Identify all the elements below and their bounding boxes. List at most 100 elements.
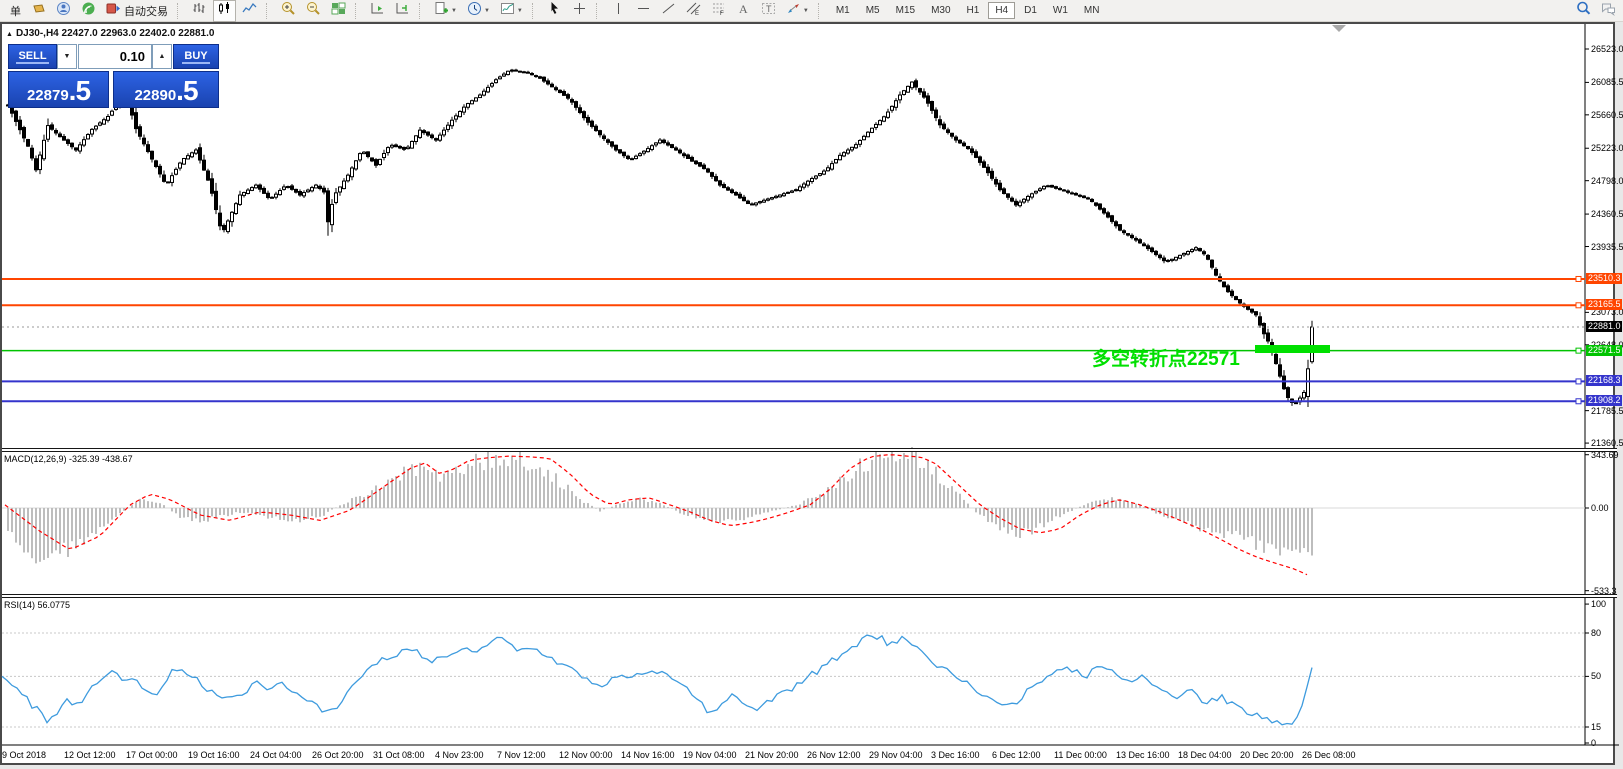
text-label-button[interactable]: T: [757, 0, 780, 22]
chart-shift-marker[interactable]: [1332, 25, 1346, 32]
time-axis-label: 11 Dec 00:00: [1054, 750, 1107, 760]
pane-separator-rsi[interactable]: [2, 594, 1617, 598]
zoom-in-icon: [281, 1, 296, 21]
trendline-button[interactable]: [657, 0, 680, 22]
time-axis-label: 31 Oct 08:00: [373, 750, 425, 760]
resistance-line-1[interactable]: [2, 275, 1585, 282]
fibonacci-button[interactable]: F: [707, 0, 730, 22]
horizontal-line-button[interactable]: [632, 0, 655, 22]
time-axis-label: 12 Nov 00:00: [559, 750, 613, 760]
arrows-icon: [786, 1, 801, 21]
sell-price[interactable]: 22879.5: [8, 71, 109, 108]
toolbar-separator: [595, 2, 602, 19]
tile-windows-icon: [331, 1, 346, 21]
rsi-scale-label: 50: [1591, 671, 1602, 681]
timeframe-M1-button[interactable]: M1: [829, 2, 857, 19]
support-line-1[interactable]: [2, 378, 1585, 385]
cursor-icon: [547, 1, 562, 21]
tile-windows-button[interactable]: [327, 0, 350, 22]
text-button[interactable]: A: [732, 0, 755, 22]
support-line-1-price-label: 22168.3: [1586, 375, 1622, 386]
macd-indicator-label: MACD(12,26,9) -325.39 -438.67: [4, 454, 133, 464]
time-axis-label: 19 Oct 16:00: [188, 750, 240, 760]
pivot-highlight-bar[interactable]: [1255, 345, 1330, 353]
price-axis-tick: 26085.5: [1591, 77, 1623, 87]
svg-text:T: T: [766, 4, 772, 14]
text-label-icon: T: [761, 1, 776, 21]
rsi-scale-label: 100: [1591, 599, 1607, 609]
timeframe-MN-button[interactable]: MN: [1077, 2, 1107, 19]
trendline-icon: [661, 1, 676, 21]
pane-separator-macd[interactable]: [2, 448, 1617, 452]
crosshair-icon: [572, 1, 587, 21]
pivot-annotation-text[interactable]: 多空转折点22571: [1092, 344, 1240, 371]
cursor-button[interactable]: [543, 0, 566, 22]
auto-scroll-button[interactable]: [366, 0, 389, 22]
timeframe-H4-button[interactable]: H4: [988, 2, 1016, 19]
line-chart-button[interactable]: [238, 0, 261, 22]
support-line-2[interactable]: [2, 398, 1585, 405]
dropdown-caret-icon: ▼: [802, 7, 809, 14]
one-click-trade-panel: SELL ▼ 0.10 ▲ BUY 22879.5 22890.5: [8, 44, 219, 108]
time-axis-label: 19 Nov 04:00: [683, 750, 737, 760]
new-chart-icon: [434, 1, 449, 21]
timeframe-H1-button[interactable]: H1: [960, 2, 987, 19]
svg-text:E: E: [695, 11, 699, 16]
search-button[interactable]: [1572, 0, 1595, 22]
buy-price[interactable]: 22890.5: [113, 71, 219, 108]
svg-text:F: F: [720, 11, 724, 16]
equidistant-channel-button[interactable]: E: [682, 0, 705, 22]
tester-button[interactable]: [52, 0, 75, 22]
horizontal-line-icon: [636, 1, 651, 21]
zoom-out-button[interactable]: [302, 0, 325, 22]
time-axis-label: 26 Nov 12:00: [807, 750, 861, 760]
timeframe-M15-button[interactable]: M15: [889, 2, 922, 19]
price-axis-tick: 21785.5: [1591, 406, 1623, 416]
time-axis-label: 13 Dec 16:00: [1116, 750, 1170, 760]
time-axis-label: 21 Nov 20:00: [745, 750, 799, 760]
terminal-icon: [31, 1, 46, 21]
vertical-line-button[interactable]: [607, 0, 630, 22]
time-axis-label: 12 Oct 12:00: [64, 750, 116, 760]
buy-button[interactable]: BUY: [173, 44, 219, 69]
terminal-button[interactable]: [27, 0, 50, 22]
zoom-in-button[interactable]: [277, 0, 300, 22]
arrows-button[interactable]: ▼: [782, 0, 813, 22]
toolbar-separator: [531, 2, 538, 19]
periods-button[interactable]: ▼: [463, 0, 494, 22]
dropdown-caret-icon: ▼: [516, 7, 523, 14]
chart-shift-button[interactable]: [391, 0, 414, 22]
timeframe-M30-button[interactable]: M30: [924, 2, 957, 19]
tester-icon: [56, 1, 71, 21]
new-order-button[interactable]: 单: [3, 0, 25, 22]
crosshair-button[interactable]: [568, 0, 591, 22]
sell-button[interactable]: SELL: [8, 44, 57, 69]
auto-trading-button[interactable]: 自动交易: [102, 0, 172, 22]
timeframe-W1-button[interactable]: W1: [1046, 2, 1075, 19]
volume-increase-button[interactable]: ▲: [152, 44, 172, 69]
svg-text:A: A: [739, 2, 748, 16]
bar-chart-button[interactable]: [188, 0, 211, 22]
time-axis-label: 9 Oct 2018: [2, 750, 47, 760]
volume-input[interactable]: 0.10: [78, 44, 152, 69]
timeframe-D1-button[interactable]: D1: [1017, 2, 1044, 19]
toolbar-separator: [355, 2, 361, 19]
toolbar-separator: [266, 2, 272, 19]
resistance-line-1-price-label: 23510.3: [1586, 273, 1622, 284]
indicators-icon: [500, 1, 515, 21]
toolbar-separator: [177, 2, 183, 19]
new-chart-button[interactable]: ▼: [430, 0, 461, 22]
time-axis-label: 26 Oct 20:00: [312, 750, 364, 760]
volume-decrease-button[interactable]: ▼: [57, 44, 77, 69]
macd-scale-label: -533.3: [1591, 586, 1617, 596]
text-icon: A: [736, 1, 751, 21]
toolbar-separator: [817, 2, 824, 19]
resistance-line-2[interactable]: [2, 302, 1585, 309]
indicators-button[interactable]: ▼: [496, 0, 527, 22]
chat-button[interactable]: [1597, 0, 1620, 22]
signals-button[interactable]: [77, 0, 100, 22]
timeframe-M5-button[interactable]: M5: [859, 2, 887, 19]
candlestick-chart-button[interactable]: [213, 0, 236, 22]
pivot-line[interactable]: [2, 347, 1585, 354]
search-icon: [1576, 1, 1591, 21]
